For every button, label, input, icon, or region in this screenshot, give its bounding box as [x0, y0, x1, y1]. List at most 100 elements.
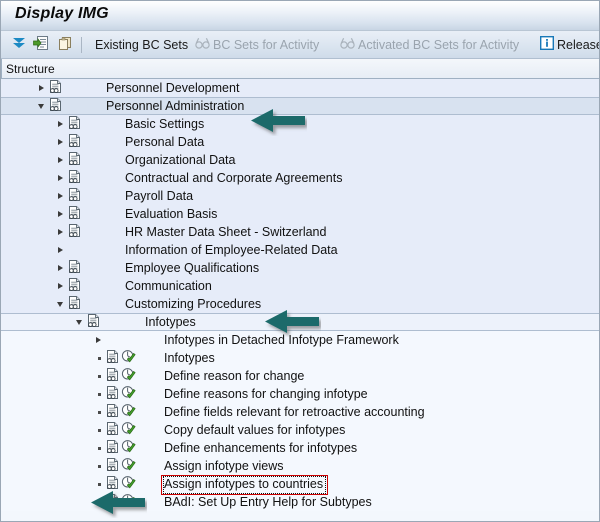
tree-row-label: Personnel Development — [106, 79, 239, 97]
glasses-icon — [195, 36, 210, 55]
img-node-document-icon — [105, 457, 121, 475]
tree-row[interactable]: Payroll Data — [1, 187, 600, 205]
tree-row-label: Information of Employee-Related Data — [125, 241, 338, 259]
tree-row[interactable]: Personnel Development — [1, 79, 600, 97]
tree-expand-triangle-icon[interactable] — [56, 151, 67, 169]
copy-clipboard-button[interactable] — [55, 35, 75, 55]
activated-bc-sets-for-activity-label: Activated BC Sets for Activity — [358, 35, 519, 55]
img-node-document-icon — [67, 205, 83, 223]
tree-row-label: Infotypes — [164, 349, 215, 367]
img-node-document-icon — [105, 331, 121, 349]
tree-expand-triangle-icon[interactable] — [56, 115, 67, 133]
tree-indent — [1, 223, 56, 241]
tree-leaf-bullet-icon — [94, 475, 105, 493]
bc-sets-for-activity-button[interactable]: BC Sets for Activity — [193, 35, 321, 55]
tree-row[interactable]: Copy default values for infotypes — [1, 421, 600, 439]
tree-row[interactable]: Infotypes — [1, 349, 600, 367]
img-activity-executable-icon[interactable] — [121, 475, 137, 493]
img-activity-executable-icon[interactable] — [121, 385, 137, 403]
tree-row[interactable]: Personnel Administration — [1, 97, 600, 115]
tree-expand-triangle-icon[interactable] — [56, 223, 67, 241]
tree-leaf-bullet-icon — [94, 367, 105, 385]
tree-row[interactable]: Define reason for change — [1, 367, 600, 385]
tree-row[interactable]: Assign infotype views — [1, 457, 600, 475]
expand-all-icon — [11, 35, 27, 56]
tree-indent — [1, 475, 94, 493]
img-node-document-icon — [48, 97, 64, 115]
tree-row[interactable]: BAdI: Set Up Entry Help for Subtypes — [1, 493, 600, 511]
tree-row[interactable]: Organizational Data — [1, 151, 600, 169]
tree-expand-triangle-icon[interactable] — [56, 205, 67, 223]
structure-header-divider — [1, 59, 2, 78]
img-activity-executable-icon — [83, 169, 99, 187]
tree-row-label: Define enhancements for infotypes — [164, 439, 357, 457]
tree-row-label: Basic Settings — [125, 115, 204, 133]
img-activity-executable-icon[interactable] — [121, 349, 137, 367]
collapse-subtree-button[interactable] — [31, 35, 51, 55]
tree-row-label: Personnel Administration — [106, 97, 244, 115]
existing-bc-sets-button[interactable]: Existing BC Sets — [93, 35, 190, 55]
tree-row[interactable]: Customizing Procedures — [1, 295, 600, 313]
img-node-document-icon — [67, 169, 83, 187]
img-activity-executable-icon — [64, 79, 80, 97]
tree-row-label: BAdI: Set Up Entry Help for Subtypes — [164, 493, 372, 511]
tree-collapse-triangle-icon[interactable] — [75, 313, 86, 331]
release-button[interactable]: Release — [538, 35, 600, 55]
tree-row[interactable]: Basic Settings — [1, 115, 600, 133]
img-structure-tree[interactable]: Personnel DevelopmentPersonnel Administr… — [1, 79, 600, 522]
tree-indent — [1, 151, 56, 169]
img-activity-executable-icon[interactable] — [121, 421, 137, 439]
tree-row[interactable]: Infotypes in Detached Infotype Framework — [1, 331, 600, 349]
tree-row[interactable]: Employee Qualifications — [1, 259, 600, 277]
tree-row[interactable]: Define fields relevant for retroactive a… — [1, 403, 600, 421]
tree-indent — [1, 115, 56, 133]
activated-bc-sets-for-activity-button[interactable]: Activated BC Sets for Activity — [338, 35, 521, 55]
expand-all-button[interactable] — [9, 35, 29, 55]
tree-expand-triangle-icon[interactable] — [56, 241, 67, 259]
tree-collapse-triangle-icon[interactable] — [37, 97, 48, 115]
img-activity-executable-icon[interactable] — [121, 457, 137, 475]
tree-row[interactable]: Define enhancements for infotypes — [1, 439, 600, 457]
tree-row-label: Assign infotype views — [164, 457, 284, 475]
tree-row[interactable]: Assign infotypes to countries — [1, 475, 600, 493]
tree-expand-triangle-icon[interactable] — [94, 331, 105, 349]
tree-expand-triangle-icon[interactable] — [56, 277, 67, 295]
img-activity-executable-icon — [121, 331, 137, 349]
tree-expand-triangle-icon[interactable] — [56, 169, 67, 187]
tree-row-label: Customizing Procedures — [125, 295, 261, 313]
tree-collapse-triangle-icon[interactable] — [56, 295, 67, 313]
tree-indent — [1, 403, 94, 421]
glasses-icon — [340, 36, 355, 55]
img-activity-executable-icon[interactable] — [121, 493, 137, 511]
tree-row[interactable]: Communication — [1, 277, 600, 295]
tree-expand-triangle-icon[interactable] — [56, 259, 67, 277]
tree-row[interactable]: Evaluation Basis — [1, 205, 600, 223]
tree-expand-triangle-icon[interactable] — [56, 187, 67, 205]
tree-row[interactable]: Information of Employee-Related Data — [1, 241, 600, 259]
tree-indent — [1, 187, 56, 205]
tree-indent — [1, 79, 37, 97]
tree-leaf-bullet-icon — [94, 349, 105, 367]
img-node-document-icon — [105, 475, 121, 493]
img-activity-executable-icon[interactable] — [121, 439, 137, 457]
tree-expand-triangle-icon[interactable] — [56, 133, 67, 151]
tree-row[interactable]: Personal Data — [1, 133, 600, 151]
img-node-document-icon — [67, 115, 83, 133]
structure-column-header[interactable]: Structure — [1, 59, 600, 79]
tree-expand-triangle-icon[interactable] — [37, 79, 48, 97]
img-activity-executable-icon — [83, 241, 99, 259]
tree-row[interactable]: Contractual and Corporate Agreements — [1, 169, 600, 187]
tree-row[interactable]: Infotypes — [1, 313, 600, 331]
tree-indent — [1, 169, 56, 187]
img-activity-executable-icon — [83, 151, 99, 169]
tree-row-label: Assign infotypes to countries — [164, 475, 323, 493]
tree-row-label: Infotypes — [145, 313, 196, 331]
tree-indent — [1, 457, 94, 475]
img-activity-executable-icon — [102, 313, 118, 331]
tree-row[interactable]: Define reasons for changing infotype — [1, 385, 600, 403]
img-activity-executable-icon[interactable] — [121, 403, 137, 421]
tree-row[interactable]: HR Master Data Sheet - Switzerland — [1, 223, 600, 241]
img-node-document-icon — [105, 385, 121, 403]
info-icon — [540, 36, 554, 55]
img-activity-executable-icon[interactable] — [121, 367, 137, 385]
